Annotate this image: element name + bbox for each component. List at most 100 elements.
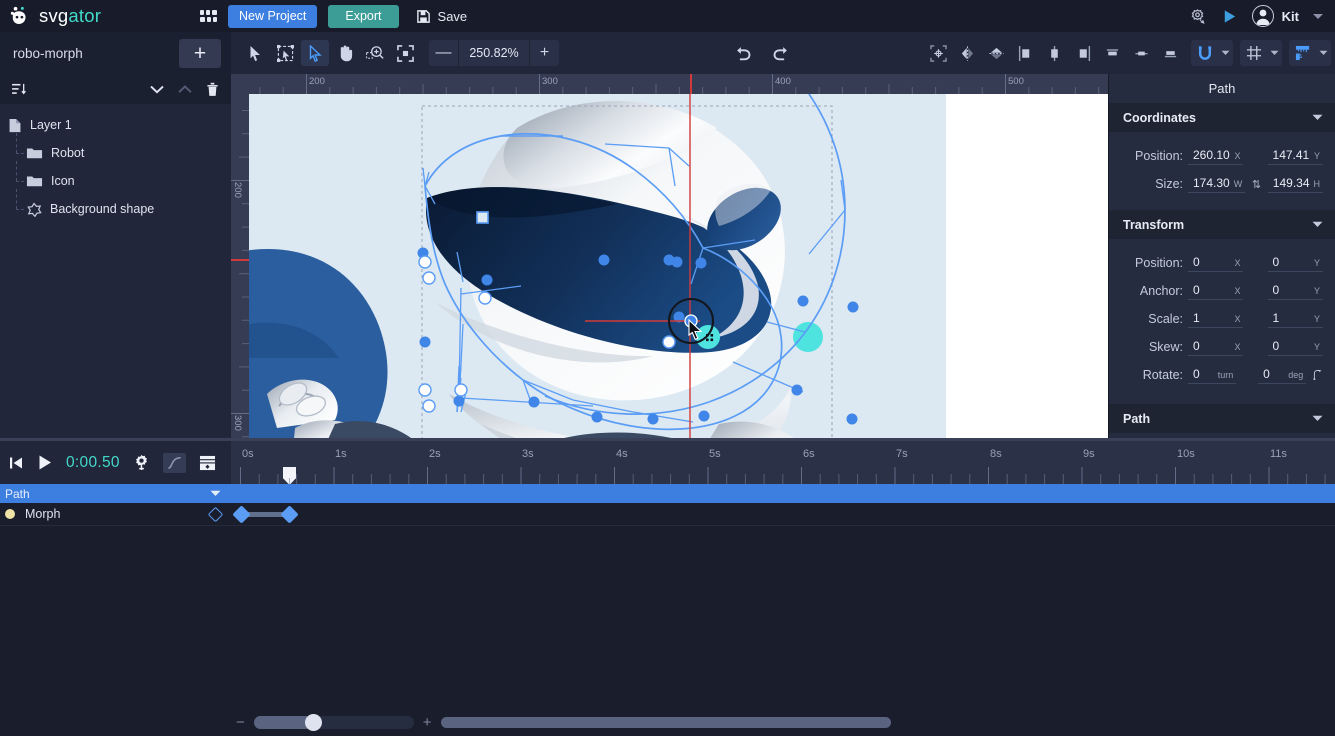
track-header-path[interactable]: Path [0,484,231,503]
layer-item-icon[interactable]: Icon [0,161,231,195]
redo-button[interactable] [767,40,795,66]
layer-item-robot[interactable]: Robot [0,133,231,167]
section-header-transform[interactable]: Transform [1109,210,1335,239]
easing-curve-button[interactable] [162,452,186,473]
layer-item-layer-1[interactable]: Layer 1 [0,111,231,139]
keyframe-options-button[interactable] [199,455,216,471]
transform-position-x-field[interactable]: 0 X [1188,254,1244,272]
transform-tool[interactable] [271,40,299,66]
vertical-ruler[interactable]: 200 300 [231,94,249,438]
layer-item-background-shape[interactable]: Background shape [0,189,231,223]
timeline-zoom-out-button[interactable]: − [236,714,245,731]
sort-layers-icon[interactable] [12,83,34,96]
transform-skew-y-field[interactable]: 0 Y [1267,338,1323,356]
canvas-viewport[interactable] [249,94,1108,438]
grid-hash-icon[interactable] [1240,40,1267,66]
folder-icon [26,176,43,187]
align-right-tool[interactable] [1069,40,1097,66]
snap-chevron-down-icon[interactable] [1218,40,1233,66]
track-lane-path[interactable] [231,484,1335,503]
transform-skew-x-field[interactable]: 0 X [1188,338,1244,356]
magnet-snap-icon[interactable] [1191,40,1218,66]
new-project-button[interactable]: New Project [228,4,318,28]
transform-position-y-field[interactable]: 0 Y [1267,254,1323,272]
grid-apps-icon[interactable] [200,9,217,23]
coord-position-y-field[interactable]: 147.41 Y [1267,147,1323,165]
coordinates-body: Position: 260.10 X 147.41 Y Size: 174.30… [1109,132,1335,210]
coord-position-x-value: 260.10 [1193,148,1230,162]
app-logo[interactable]: svgator [0,5,200,27]
align-top-tool[interactable] [1098,40,1126,66]
user-account-menu[interactable]: Kit [1251,5,1299,27]
ruler-guides-icon[interactable] [1289,40,1316,66]
align-middle-tool[interactable] [1127,40,1155,66]
artwork-robot[interactable] [249,94,1108,438]
timeline-settings-gear-icon[interactable] [133,454,150,471]
transform-scale-x-field[interactable]: 1 X [1188,310,1244,328]
timeline-zoom-slider[interactable] [253,713,414,731]
collapse-up-icon[interactable] [171,84,199,94]
add-keyframe-button[interactable] [207,506,224,522]
align-center-h-tool[interactable] [1040,40,1068,66]
layers-panel: robo-morph + Layer 1 Robot Icon Backgrou… [0,32,231,438]
save-button[interactable]: Save [416,9,467,24]
align-center-box-tool[interactable] [924,40,952,66]
collapse-down-icon[interactable] [143,85,171,94]
user-name: Kit [1281,8,1299,24]
timeline-zoom-in-button[interactable]: + [423,714,432,731]
coord-size-h-field[interactable]: 149.34 H [1267,175,1323,193]
zoom-out-button[interactable]: — [429,40,458,66]
track-header-morph[interactable]: Morph [0,503,231,526]
align-left-tool[interactable] [1011,40,1039,66]
add-layer-button[interactable]: + [179,38,221,68]
track-lane-morph[interactable] [231,503,1335,526]
transform-anchor-row: Anchor: 0 X 0 Y [1121,277,1323,305]
flip-horizontal-tool[interactable] [953,40,981,66]
zoom-tool[interactable] [361,40,389,66]
fit-to-screen-tool[interactable] [391,40,419,66]
align-bottom-tool[interactable] [1156,40,1184,66]
select-tool[interactable] [241,40,269,66]
rulers-chevron-down-icon[interactable] [1316,40,1331,66]
unit: X [1234,286,1241,296]
flip-vertical-tool[interactable] [982,40,1010,66]
section-header-path[interactable]: Path [1109,404,1335,433]
transform-rotate-turn-field[interactable]: 0 turn [1188,366,1237,384]
export-button[interactable]: Export [328,4,399,28]
pan-tool[interactable] [331,40,359,66]
timeline-ruler[interactable]: 0s 1s 2s 3s 4s 5s 6s 7s 8s 9s 10s 11s [231,441,1335,484]
zoom-value[interactable]: 250.82% [458,40,530,66]
horizontal-ruler[interactable]: 200 300 400 500 [249,74,1108,94]
skip-to-start-button[interactable] [8,455,24,471]
rulers-group [1289,40,1331,66]
app-header: svgator New Project Export Save Kit [0,0,1335,32]
undo-button[interactable] [729,40,757,66]
coord-position-x-field[interactable]: 260.10 X [1188,147,1244,165]
timeline-tick-label: 9s [1083,448,1095,460]
play-button[interactable] [37,454,53,471]
transform-rotate-deg-field[interactable]: 0 deg [1258,366,1307,384]
coord-size-w-field[interactable]: 174.30 W [1188,175,1246,193]
plugin-gear-icon[interactable] [1188,7,1207,26]
timeline-horizontal-scrollbar[interactable] [440,716,891,728]
value: 1 [1272,311,1280,325]
chevron-down-icon[interactable] [210,490,221,497]
link-ratio-icon[interactable]: ⇅ [1250,178,1263,191]
delete-layer-icon[interactable] [199,82,219,97]
transform-anchor-y-field[interactable]: 0 Y [1267,282,1323,300]
keyframe-0[interactable] [232,505,251,524]
current-time-display[interactable]: 0:00.50 [66,454,120,472]
zoom-in-button[interactable]: + [530,40,559,66]
rotate-direction-icon[interactable] [1313,368,1323,382]
section-header-coordinates[interactable]: Coordinates [1109,103,1335,132]
timeline-tick-label: 2s [429,448,441,460]
transform-anchor-x-field[interactable]: 0 X [1188,282,1244,300]
keyframe-1[interactable] [280,505,299,524]
node-edit-tool[interactable] [301,40,329,66]
grid-chevron-down-icon[interactable] [1267,40,1282,66]
canvas-area[interactable]: 200 300 400 500 200 300 [231,74,1108,438]
zoom-slider-knob[interactable] [304,713,322,731]
transform-scale-y-field[interactable]: 1 Y [1267,310,1323,328]
chevron-down-icon[interactable] [1313,13,1323,19]
play-preview-icon[interactable] [1221,8,1238,25]
